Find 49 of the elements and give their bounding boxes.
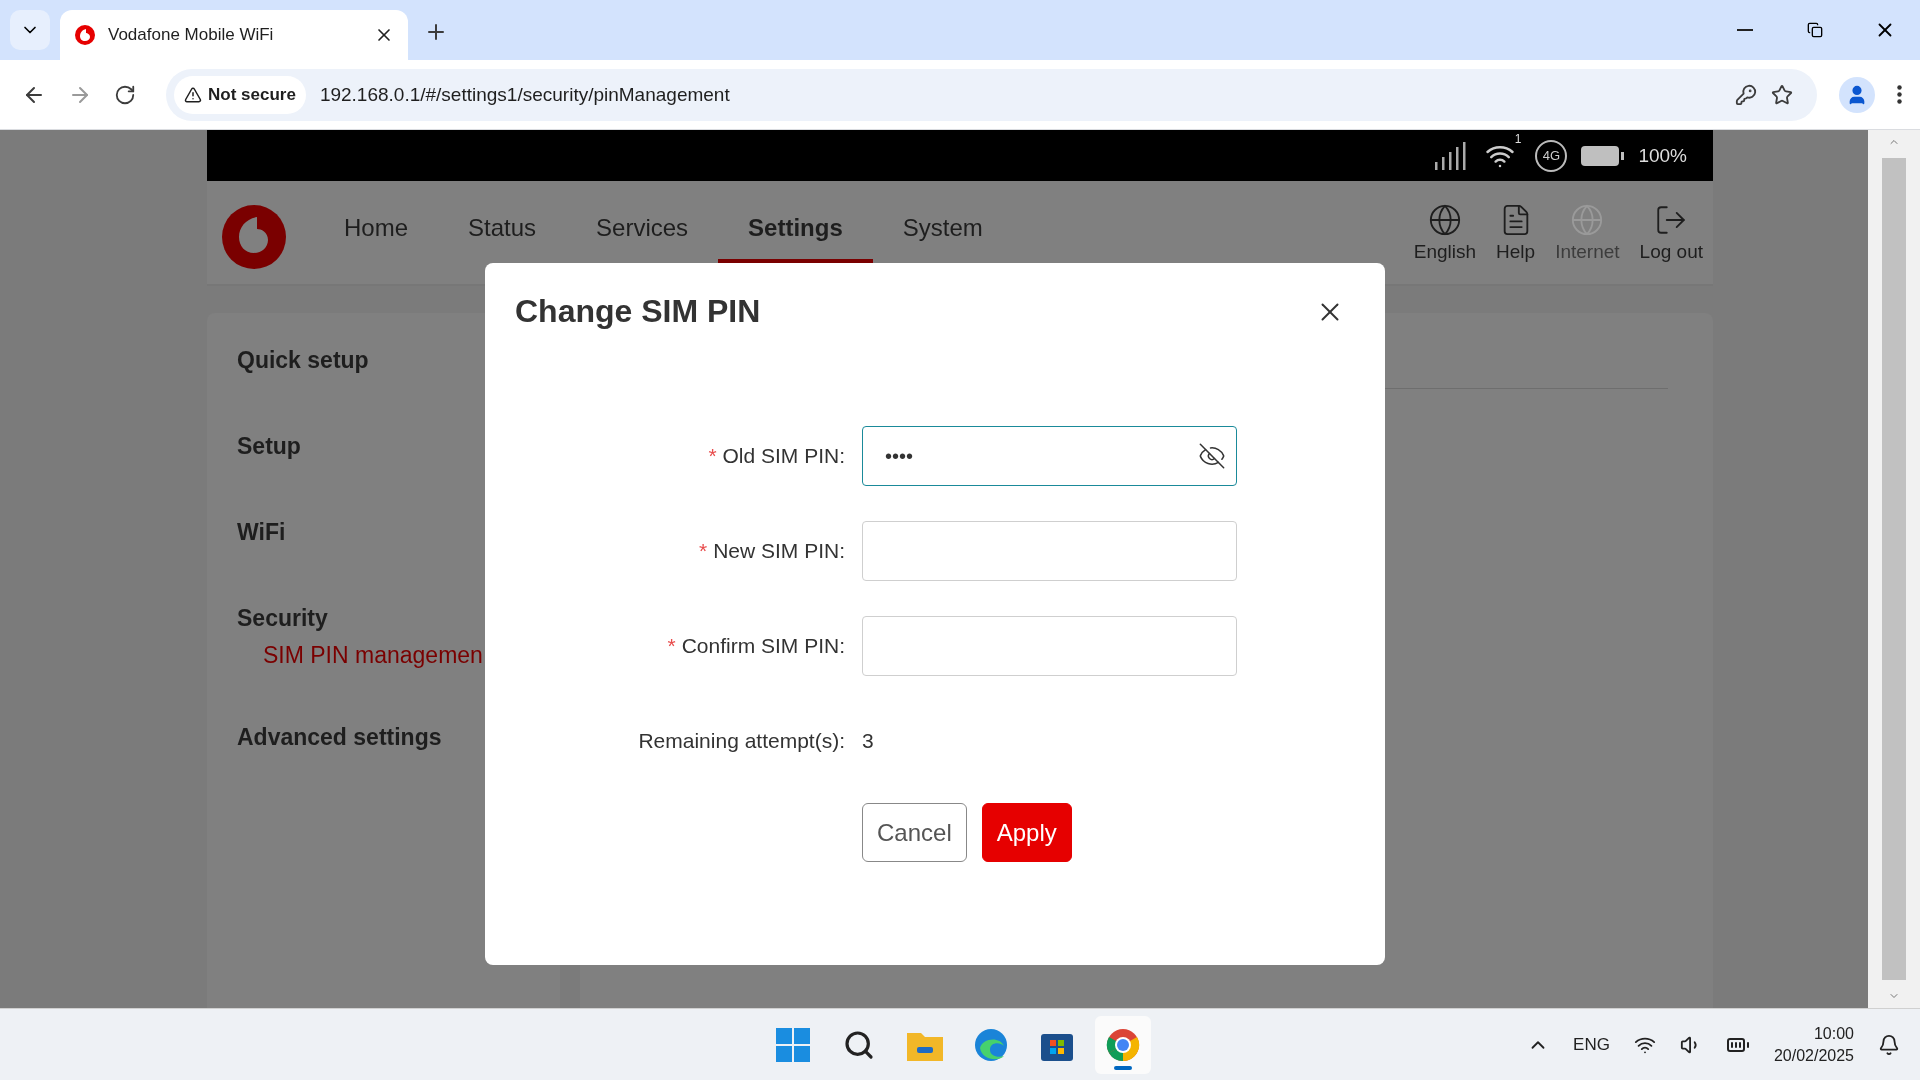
remaining-label: Remaining attempt(s): bbox=[637, 729, 845, 753]
security-chip[interactable]: Not secure bbox=[174, 75, 306, 114]
nav-tab[interactable]: Services bbox=[566, 181, 719, 263]
speech-mark-logo-icon bbox=[74, 24, 96, 46]
input-field[interactable] bbox=[862, 521, 1237, 581]
profile-button[interactable] bbox=[1839, 76, 1875, 113]
eye-off-icon[interactable] bbox=[1198, 442, 1226, 470]
nav-tab[interactable]: Status bbox=[438, 181, 567, 263]
warning-icon bbox=[184, 85, 202, 104]
nav-tab[interactable]: System bbox=[872, 181, 1013, 263]
speech-mark-logo[interactable] bbox=[222, 205, 286, 269]
input-field[interactable] bbox=[862, 616, 1237, 676]
wifi-client-count: 1 bbox=[1514, 132, 1522, 146]
reload-icon bbox=[114, 83, 136, 106]
field-value: •••• bbox=[885, 444, 914, 468]
apply-button[interactable]: Apply bbox=[981, 803, 1072, 862]
dialog-title: Change SIM PIN bbox=[515, 293, 761, 330]
language-action[interactable]: English bbox=[1413, 203, 1477, 263]
reload-button[interactable] bbox=[114, 83, 136, 106]
battery-icon bbox=[1581, 145, 1625, 166]
network-badge: 4G bbox=[1535, 139, 1568, 172]
field-label: * New SIM PIN: bbox=[698, 539, 845, 563]
language-indicator[interactable]: ENG bbox=[1573, 1034, 1610, 1055]
search-icon bbox=[843, 1028, 875, 1061]
field-label: * Old SIM PIN: bbox=[707, 444, 845, 468]
windows-icon bbox=[776, 1027, 810, 1062]
battery-text: 100% bbox=[1638, 144, 1687, 167]
browser-tab[interactable]: Vodafone Mobile WiFi bbox=[60, 10, 408, 60]
menu-button[interactable] bbox=[1897, 85, 1902, 104]
kebab-menu-icon bbox=[1897, 85, 1902, 104]
logout-action[interactable]: Log out bbox=[1639, 203, 1703, 263]
minimize-icon bbox=[1737, 29, 1753, 31]
restore-icon bbox=[1807, 22, 1823, 38]
cancel-button[interactable]: Cancel bbox=[862, 803, 967, 862]
notification-bell-icon[interactable] bbox=[1878, 1033, 1900, 1056]
remaining-value: 3 bbox=[862, 729, 875, 753]
globe-icon bbox=[1570, 203, 1605, 237]
url-text[interactable]: 192.168.0.1/#/settings1/security/pinManagement bbox=[319, 83, 1721, 106]
swirl-icon bbox=[974, 1027, 1008, 1062]
field-label: * Confirm SIM PIN: bbox=[666, 634, 845, 658]
bookmark-star-button[interactable] bbox=[1771, 83, 1793, 106]
browser-logo-icon bbox=[1106, 1027, 1140, 1062]
help-action[interactable]: Help bbox=[1496, 203, 1536, 263]
tab-title: Vodafone Mobile WiFi bbox=[108, 25, 275, 45]
star-icon bbox=[1771, 83, 1793, 106]
clock[interactable]: 10:00 20/02/2025 bbox=[1773, 1022, 1854, 1067]
password-field[interactable]: •••• bbox=[862, 426, 1237, 486]
nav-tab[interactable]: Home bbox=[314, 181, 439, 263]
globe-icon bbox=[1427, 203, 1462, 237]
